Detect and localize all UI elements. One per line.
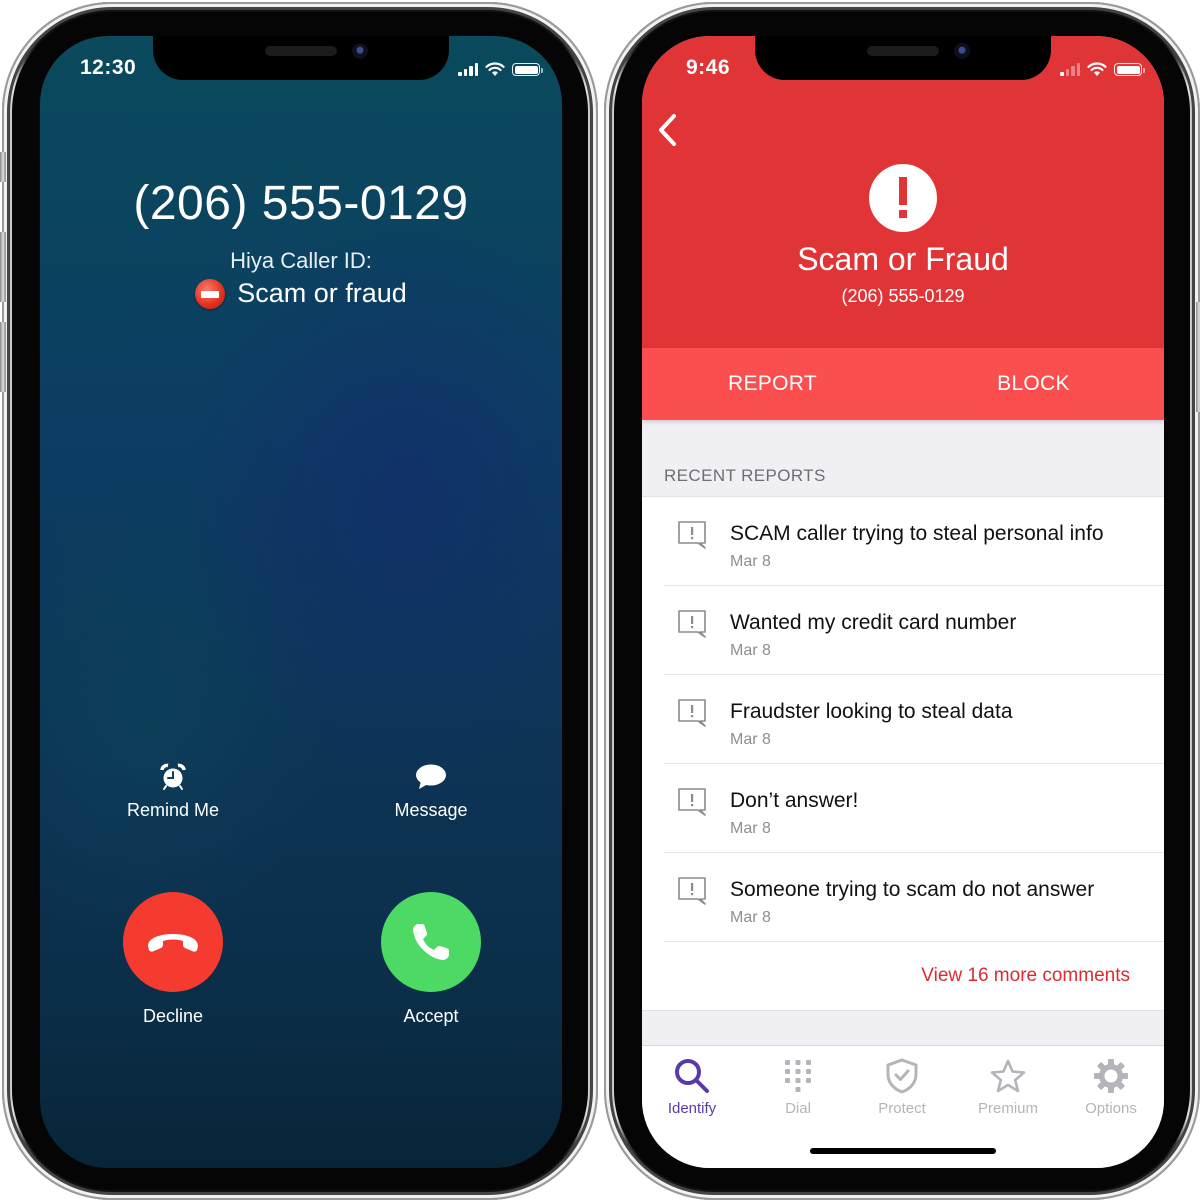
mute-switch <box>0 152 6 182</box>
shield-check-icon <box>886 1058 918 1094</box>
home-indicator[interactable] <box>810 1148 996 1154</box>
report-item[interactable]: Wanted my credit card number Mar 8 <box>664 586 1164 675</box>
tab-premium[interactable]: Premium <box>958 1054 1058 1117</box>
block-button[interactable]: BLOCK <box>903 348 1164 420</box>
gear-icon <box>1094 1059 1128 1093</box>
remind-me-label: Remind Me <box>126 800 220 820</box>
report-item[interactable]: Fraudster looking to steal data Mar 8 <box>664 675 1164 764</box>
notch <box>153 36 449 80</box>
alarm-clock-icon <box>160 763 186 790</box>
power-button <box>1196 302 1200 412</box>
decline-label: Decline <box>142 1006 204 1026</box>
back-button[interactable] <box>654 110 684 150</box>
report-item[interactable]: SCAM caller trying to steal personal inf… <box>664 497 1164 586</box>
report-comment-icon <box>678 788 706 816</box>
remind-me-button[interactable]: Remind Me <box>103 762 243 821</box>
report-date: Mar 8 <box>730 909 771 926</box>
report-comment-icon <box>678 521 706 549</box>
report-date: Mar 8 <box>730 731 771 748</box>
report-text: Someone trying to scam do not answer <box>730 878 1095 901</box>
action-bar: REPORT BLOCK <box>642 348 1164 420</box>
report-date: Mar 8 <box>730 820 771 837</box>
tab-label: Premium <box>977 1100 1038 1117</box>
tab-bar: Identify Dial Protect Premium Options <box>642 1045 1164 1168</box>
notch <box>755 36 1051 80</box>
message-label: Message <box>394 800 468 820</box>
tab-options[interactable]: Options <box>1061 1054 1161 1117</box>
caller-id-value: Scam or fraud <box>237 278 407 308</box>
report-text: Wanted my credit card number <box>730 611 1017 634</box>
star-icon <box>990 1059 1026 1093</box>
speech-bubble-icon <box>416 764 446 789</box>
hiya-app-screen: Scam or Fraud (206) 555-0129 9:46 REPORT… <box>642 36 1164 1168</box>
wifi-icon <box>1087 62 1107 76</box>
volume-down-button <box>0 322 6 392</box>
status-time: 9:46 <box>686 56 731 79</box>
decline-button[interactable] <box>123 892 223 992</box>
chevron-left-icon <box>659 114 676 146</box>
report-item[interactable]: Don’t answer! Mar 8 <box>664 764 1164 853</box>
signal-icon <box>1060 63 1080 76</box>
report-text: Don’t answer! <box>730 789 859 812</box>
tab-label: Options <box>1085 1100 1137 1117</box>
status-time: 12:30 <box>80 56 137 79</box>
report-button[interactable]: REPORT <box>642 348 903 420</box>
phone-icon <box>413 924 449 960</box>
signal-icon <box>458 63 478 76</box>
report-comment-icon <box>678 610 706 638</box>
search-icon <box>675 1059 709 1093</box>
report-comment-icon <box>678 699 706 727</box>
report-item[interactable]: Someone trying to scam do not answer Mar… <box>664 853 1164 942</box>
left-phone-frame: 12:30 (206) 555-0129 Hiya Caller ID: Sca… <box>0 2 598 1200</box>
right-phone-frame: Scam or Fraud (206) 555-0129 9:46 REPORT… <box>604 2 1200 1200</box>
caller-id-label: Hiya Caller ID: <box>230 248 372 273</box>
no-entry-icon <box>195 278 226 309</box>
message-button[interactable]: Message <box>361 762 501 821</box>
exclamation-circle-icon <box>869 164 937 232</box>
report-text: SCAM caller trying to steal personal inf… <box>730 522 1104 545</box>
recent-reports-list: SCAM caller trying to steal personal inf… <box>642 496 1164 1011</box>
volume-up-button <box>0 232 6 302</box>
report-comment-icon <box>678 877 706 905</box>
report-text: Fraudster looking to steal data <box>730 700 1013 723</box>
tab-label: Protect <box>878 1100 926 1117</box>
tab-dial[interactable]: Dial <box>748 1054 848 1117</box>
accept-label: Accept <box>403 1006 459 1026</box>
tab-label: Dial <box>785 1100 811 1117</box>
caller-number: (206) 555-0129 <box>841 286 965 306</box>
spam-category-title: Scam or Fraud <box>797 241 1009 277</box>
tab-identify[interactable]: Identify <box>642 1054 742 1117</box>
report-date: Mar 8 <box>730 553 771 570</box>
accept-button[interactable] <box>381 892 481 992</box>
caller-number: (206) 555-0129 <box>133 177 469 230</box>
tab-protect[interactable]: Protect <box>852 1054 952 1117</box>
battery-icon <box>1114 63 1145 76</box>
recent-reports-header: RECENT REPORTS <box>664 466 826 485</box>
report-date: Mar 8 <box>730 642 771 659</box>
view-more-comments-link[interactable]: View 16 more comments <box>921 965 1130 987</box>
tab-label: Identify <box>667 1100 717 1117</box>
incoming-call-screen: 12:30 (206) 555-0129 Hiya Caller ID: Sca… <box>40 36 562 1168</box>
keypad-icon <box>785 1060 811 1092</box>
caller-id-result: Scam or fraud <box>40 278 562 309</box>
wifi-icon <box>485 62 505 76</box>
battery-icon <box>512 63 543 76</box>
phone-hangup-icon <box>148 934 198 952</box>
